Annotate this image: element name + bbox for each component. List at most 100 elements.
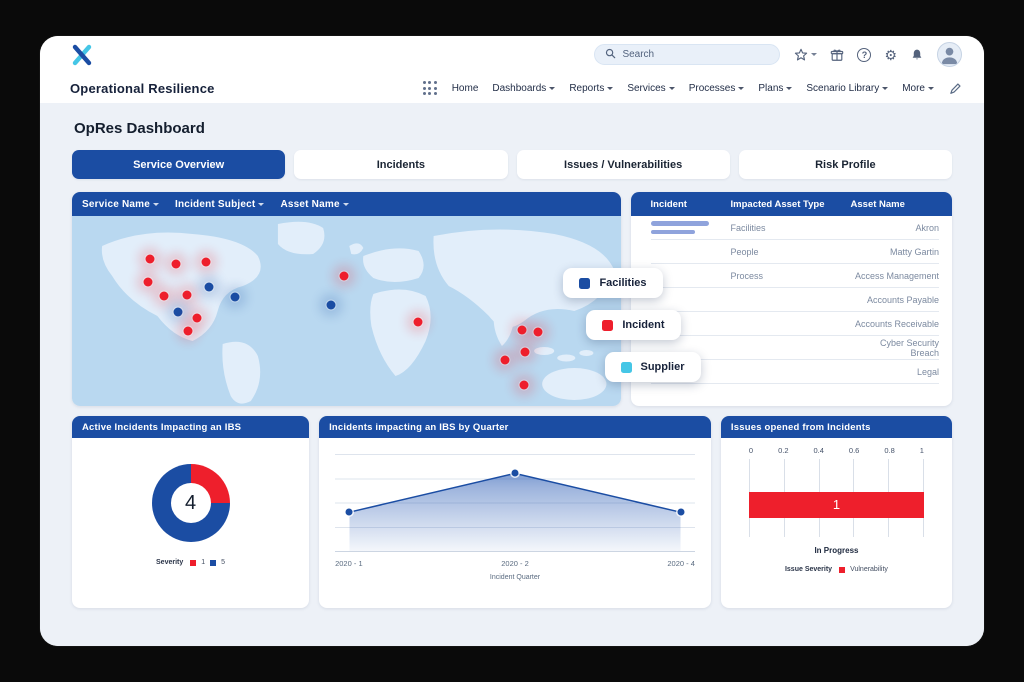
search-input[interactable] xyxy=(622,49,769,60)
filter-service-name[interactable]: Service Name xyxy=(82,199,159,210)
legend-label: Vulnerability xyxy=(850,566,888,573)
nav-item-label: Home xyxy=(452,83,479,94)
area-point[interactable] xyxy=(346,509,353,516)
map-legend-swatch xyxy=(621,362,632,373)
nav-item-reports[interactable]: Reports xyxy=(569,83,613,94)
world-map-dots xyxy=(72,216,621,406)
map-dot-facility[interactable] xyxy=(230,292,239,301)
bar-legend: Issue Severity Vulnerability xyxy=(749,566,924,573)
chevron-down-icon xyxy=(607,87,613,90)
x-axis-title: Incident Quarter xyxy=(335,574,695,581)
area-chart[interactable] xyxy=(335,454,695,552)
user-avatar[interactable] xyxy=(937,42,962,67)
area-point[interactable] xyxy=(512,470,519,477)
map-dot-incident[interactable] xyxy=(500,356,509,365)
legend-label: 5 xyxy=(221,559,225,566)
map-dot-incident[interactable] xyxy=(146,254,155,263)
cell-asset-name[interactable]: Accounts Payable xyxy=(851,295,939,305)
settings-gear-icon[interactable]: ⚙ xyxy=(884,48,897,62)
app-title: Operational Resilience xyxy=(70,81,215,96)
map-dot-incident[interactable] xyxy=(519,380,528,389)
skeleton-line xyxy=(651,230,695,235)
map-legend-incident[interactable]: Incident xyxy=(586,310,680,340)
area-point[interactable] xyxy=(677,509,684,516)
map-legend-label: Facilities xyxy=(599,277,646,289)
filter-asset-name[interactable]: Asset Name xyxy=(280,199,348,210)
card-active-incidents: Active Incidents Impacting an IBS 4 Seve… xyxy=(72,416,309,608)
filter-incident-subject[interactable]: Incident Subject xyxy=(175,199,264,210)
favorites-star-icon[interactable] xyxy=(794,48,817,62)
map-dot-facility[interactable] xyxy=(204,283,213,292)
cell-asset-name[interactable]: Matty Gartin xyxy=(851,247,939,257)
gift-icon[interactable] xyxy=(830,48,844,62)
tab-risk-profile[interactable]: Risk Profile xyxy=(739,150,952,179)
map-dot-incident[interactable] xyxy=(171,260,180,269)
x-tick-label: 2020 - 4 xyxy=(667,559,695,568)
map-dot-incident[interactable] xyxy=(184,326,193,335)
hbar[interactable]: 1 xyxy=(749,492,924,518)
cell-asset-name[interactable]: Legal xyxy=(851,367,939,377)
tab-incidents[interactable]: Incidents xyxy=(294,150,507,179)
nav-item-home[interactable]: Home xyxy=(452,83,479,94)
cell-asset-name[interactable]: Accounts Receivable xyxy=(851,319,939,329)
nav-item-label: Processes xyxy=(689,83,736,94)
search-icon xyxy=(605,46,616,64)
map-dot-facility[interactable] xyxy=(327,300,336,309)
global-search[interactable] xyxy=(594,44,780,65)
chevron-down-icon xyxy=(343,203,349,206)
table-row[interactable]: Process Access Management xyxy=(651,264,939,288)
help-icon[interactable]: ? xyxy=(857,48,871,62)
edit-pencil-icon[interactable] xyxy=(949,82,962,95)
cell-impacted-asset-type: Facilities xyxy=(731,223,851,233)
map-dot-incident[interactable] xyxy=(339,272,348,281)
card-title: Active Incidents Impacting an IBS xyxy=(82,422,241,433)
nav-item-label: Plans xyxy=(758,83,783,94)
nav-item-label: Scenario Library xyxy=(806,83,879,94)
map-legend-swatch xyxy=(579,278,590,289)
map-dot-facility[interactable] xyxy=(174,307,183,316)
nav-item-more[interactable]: More xyxy=(902,83,934,94)
map-dot-incident[interactable] xyxy=(518,326,527,335)
x-tick-label: 2020 - 1 xyxy=(335,559,363,568)
primary-nav: Home Dashboards Reports Services Process… xyxy=(452,83,934,94)
notifications-bell-icon[interactable] xyxy=(910,48,924,62)
card-issues-from-incidents: Issues opened from Incidents 0 0.2 0.4 0… xyxy=(721,416,952,608)
app-launcher-icon[interactable] xyxy=(423,81,437,95)
nav-item-scenario-library[interactable]: Scenario Library xyxy=(806,83,888,94)
map-dot-incident[interactable] xyxy=(192,314,201,323)
chevron-down-icon xyxy=(738,87,744,90)
tab-service-overview[interactable]: Service Overview xyxy=(72,150,285,179)
table-row[interactable]: People Matty Gartin xyxy=(651,240,939,264)
map-dot-incident[interactable] xyxy=(534,328,543,337)
map-dot-incident[interactable] xyxy=(159,291,168,300)
world-map[interactable] xyxy=(72,216,621,406)
table-row[interactable]: Facilities Akron xyxy=(651,216,939,240)
map-legend-supplier[interactable]: Supplier xyxy=(605,352,701,382)
tab-issues-vulnerabilities[interactable]: Issues / Vulnerabilities xyxy=(517,150,730,179)
bar-category-label: In Progress xyxy=(749,546,924,555)
nav-item-plans[interactable]: Plans xyxy=(758,83,792,94)
map-dot-incident[interactable] xyxy=(182,291,191,300)
map-dot-incident[interactable] xyxy=(201,257,210,266)
nav-item-dashboards[interactable]: Dashboards xyxy=(492,83,555,94)
map-legend-label: Incident xyxy=(622,319,664,331)
cell-asset-name[interactable]: Access Management xyxy=(851,271,939,281)
header-icon-group: ? ⚙ xyxy=(794,42,962,67)
map-dot-incident[interactable] xyxy=(521,348,530,357)
card-header: Incidents impacting an IBS by Quarter xyxy=(319,416,711,438)
table-row[interactable]: Accounts Payable xyxy=(651,288,939,312)
table-row[interactable]: Accounts Receivable xyxy=(651,312,939,336)
cell-asset-name[interactable]: Akron xyxy=(851,223,939,233)
map-dot-incident[interactable] xyxy=(413,318,422,327)
nav-item-processes[interactable]: Processes xyxy=(689,83,745,94)
skeleton-line xyxy=(651,221,709,226)
map-legend-facilities[interactable]: Facilities xyxy=(563,268,662,298)
bar-chart[interactable]: 1 xyxy=(749,459,924,537)
table-header: Incident Impacted Asset Type Asset Name xyxy=(631,192,952,216)
donut-chart[interactable]: 4 xyxy=(152,464,230,542)
cell-asset-name[interactable]: Cyber Security Breach xyxy=(851,338,939,358)
chevron-down-icon xyxy=(549,87,555,90)
nav-item-services[interactable]: Services xyxy=(627,83,674,94)
app-logo-icon[interactable] xyxy=(70,43,94,67)
map-dot-incident[interactable] xyxy=(144,277,153,286)
